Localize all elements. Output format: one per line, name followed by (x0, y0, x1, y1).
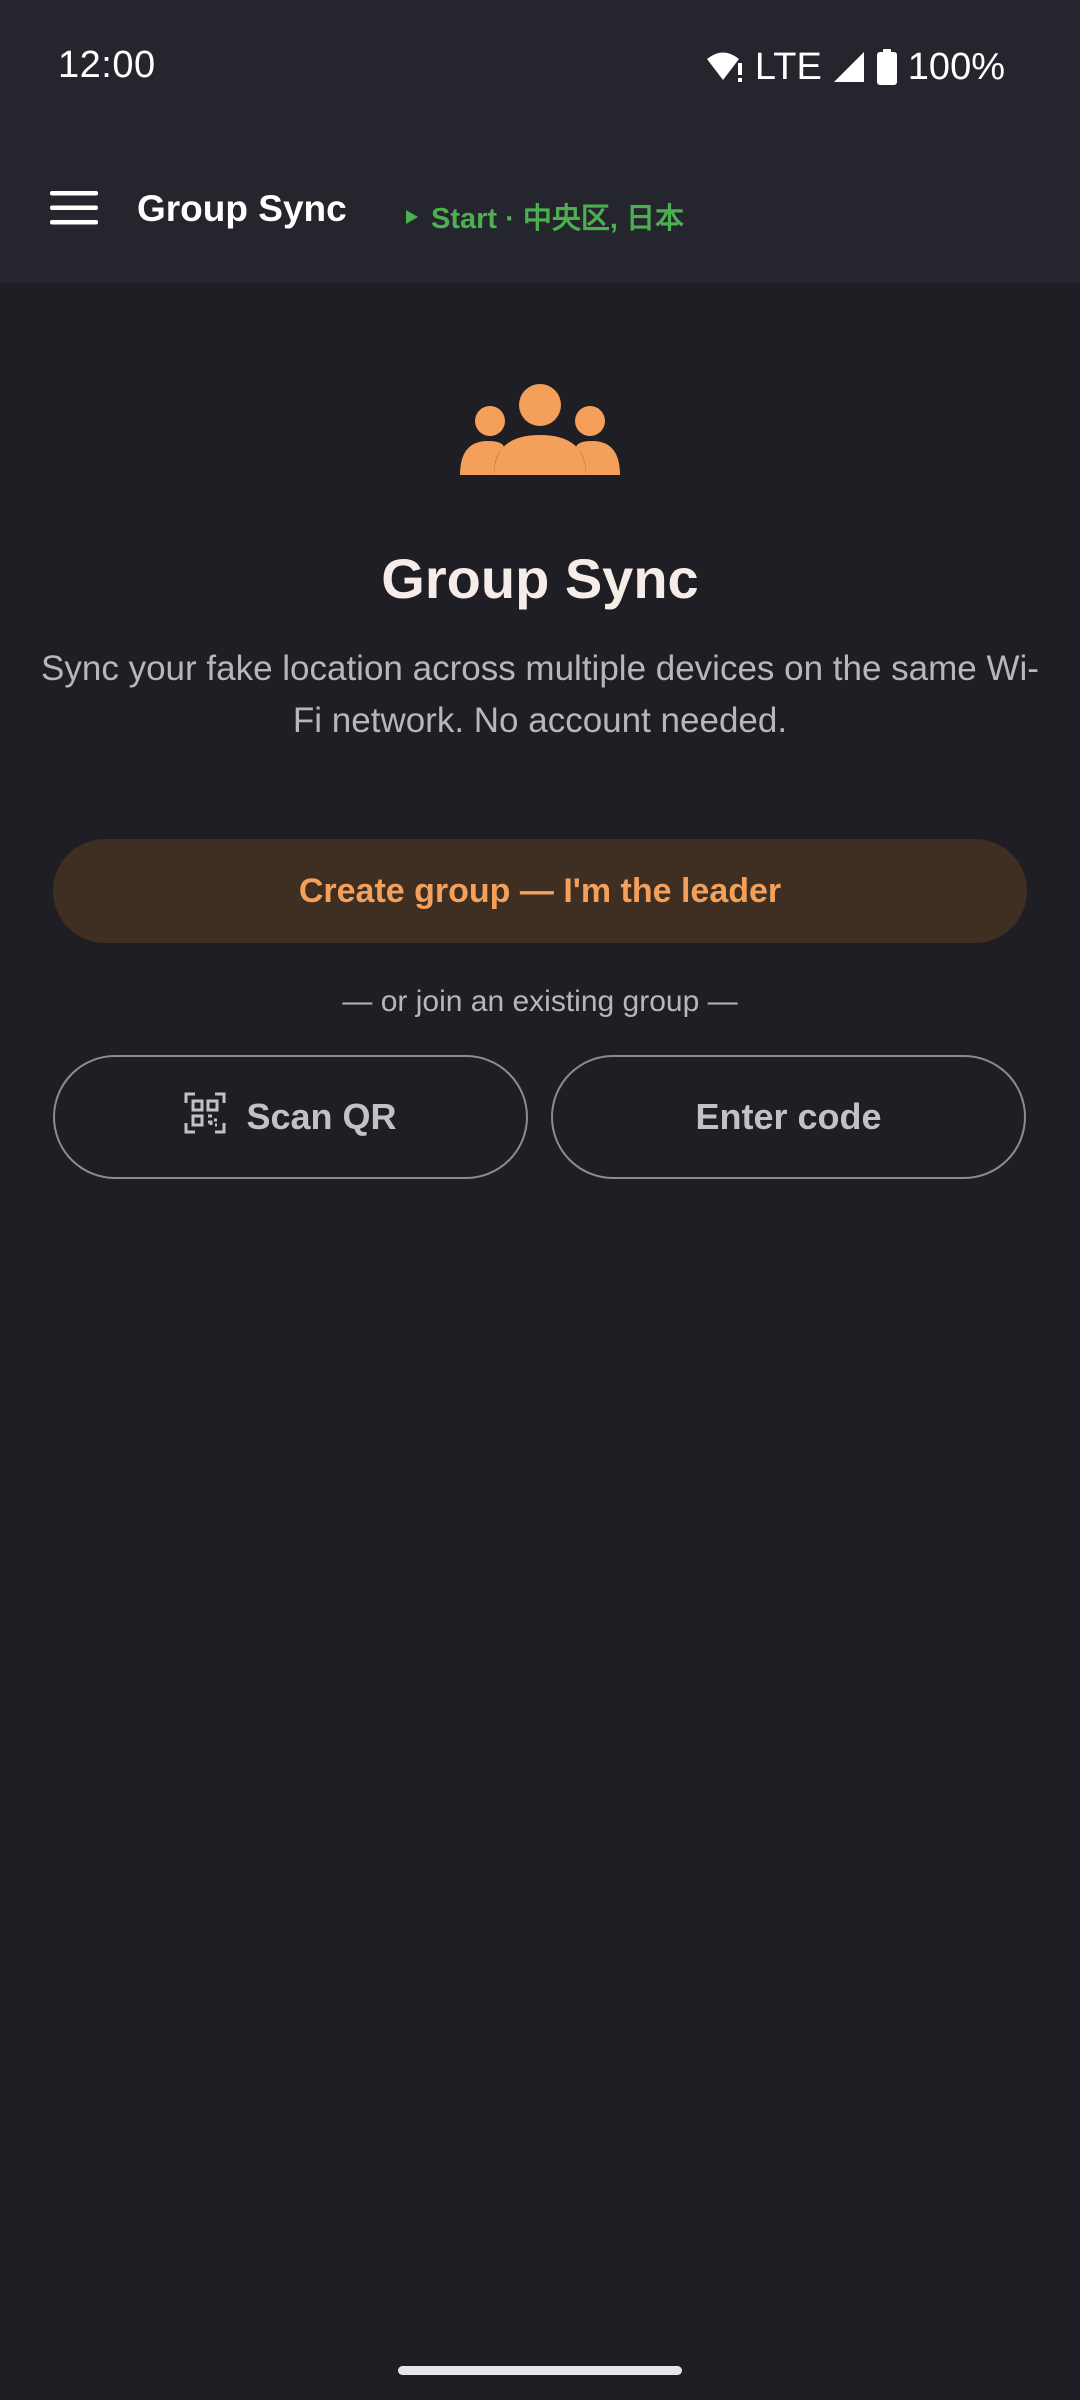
app-bar: Group Sync Start · 中央区, 日本 (0, 135, 1080, 283)
enter-code-button[interactable]: Enter code (551, 1055, 1026, 1179)
main-content: Group Sync Sync your fake location acros… (0, 283, 1080, 2400)
menu-button[interactable] (44, 185, 104, 235)
cell-signal-icon (832, 50, 866, 84)
app-title: Group Sync (137, 188, 347, 229)
location-name: 中央区, 日本 (522, 203, 684, 235)
scan-qr-label: Scan QR (246, 1096, 397, 1137)
create-group-button[interactable]: Create group — I'm the leader (53, 839, 1027, 943)
location-separator: · (497, 203, 523, 235)
location-indicator[interactable]: Start · 中央区, 日本 (405, 195, 684, 237)
location-text: Start · 中央区, 日本 (431, 195, 684, 237)
wifi-alert-icon (705, 50, 745, 84)
hero-title: Group Sync (381, 547, 699, 610)
hamburger-menu-icon (50, 190, 98, 231)
join-divider-text: — or join an existing group — (342, 985, 738, 1018)
battery-percent: 100% (907, 45, 1005, 88)
qr-scan-icon (184, 1092, 226, 1143)
status-icons: LTE 100% (705, 44, 1005, 90)
battery-icon (876, 49, 898, 85)
play-triangle-icon (405, 200, 419, 233)
network-type: LTE (754, 45, 822, 88)
status-time: 12:00 (58, 44, 156, 86)
scan-qr-button[interactable]: Scan QR (53, 1055, 528, 1179)
location-prefix: Start (431, 203, 498, 235)
status-bar: 12:00 LTE 100% (0, 0, 1080, 135)
group-people-icon (450, 383, 630, 483)
home-gesture-bar[interactable] (398, 2366, 682, 2375)
hero-description: Sync your fake location across multiple … (41, 649, 1039, 740)
